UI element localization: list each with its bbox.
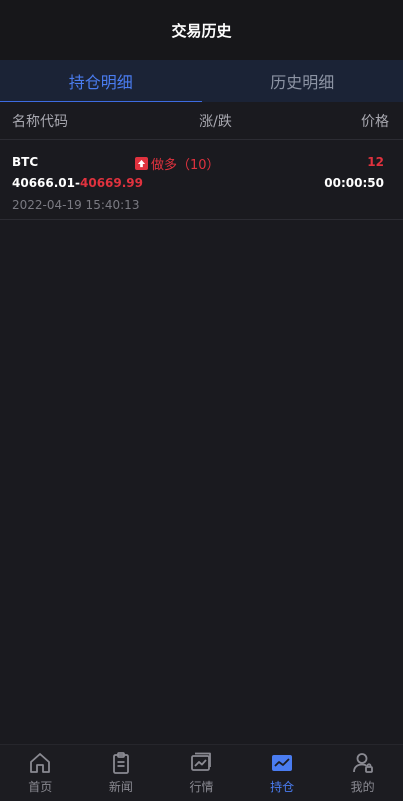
current-price: 40669.99 (80, 176, 144, 190)
news-icon (112, 752, 129, 774)
position-countdown: 00:00:50 (324, 176, 384, 190)
tab-holdings[interactable]: 持仓明细 (0, 60, 202, 102)
open-price: 40666.01 (12, 176, 76, 190)
bottom-nav: 首页 新闻 行情 持仓 我的 (0, 744, 403, 801)
home-icon (30, 753, 51, 773)
chart-icon (191, 752, 212, 771)
nav-market-label: 行情 (189, 780, 214, 794)
position-datetime: 2022-04-19 15:40:13 (12, 198, 140, 212)
nav-news-label: 新闻 (108, 780, 133, 794)
position-prices: 40666.01-40669.99 (12, 176, 143, 190)
nav-profile[interactable]: 我的 (322, 745, 403, 801)
nav-news[interactable]: 新闻 (81, 745, 162, 801)
nav-market[interactable]: 行情 (161, 745, 242, 801)
app-root: 交易历史 持仓明细 历史明细 名称代码 涨/跌 价格 BTC 40666.01-… (0, 0, 403, 801)
tab-history-label: 历史明细 (270, 73, 335, 92)
column-header: 名称代码 涨/跌 价格 (0, 102, 403, 140)
direction-label: 做多（10） (151, 158, 220, 173)
nav-home[interactable]: 首页 (0, 745, 81, 801)
page-title: 交易历史 (171, 21, 232, 40)
position-direction: 做多（10） (135, 154, 220, 173)
user-icon (352, 753, 373, 773)
nav-positions[interactable]: 持仓 (242, 745, 323, 801)
nav-positions-label: 持仓 (270, 780, 295, 794)
position-icon (272, 755, 293, 771)
column-name: 名称代码 (12, 113, 68, 130)
position-amount: 12 (367, 155, 384, 169)
column-price: 价格 (361, 113, 389, 130)
tab-bar: 持仓明细 历史明细 (0, 60, 403, 102)
position-symbol: BTC (12, 155, 39, 169)
nav-profile-label: 我的 (350, 780, 375, 794)
column-change: 涨/跌 (199, 113, 232, 130)
tab-history[interactable]: 历史明细 (202, 60, 403, 102)
position-row[interactable]: BTC 40666.01-40669.99 2022-04-19 15:40:1… (0, 140, 403, 220)
top-header: 交易历史 (0, 0, 403, 60)
arrow-up-icon (135, 157, 148, 170)
tab-holdings-label: 持仓明细 (68, 73, 133, 92)
nav-home-label: 首页 (28, 780, 53, 794)
